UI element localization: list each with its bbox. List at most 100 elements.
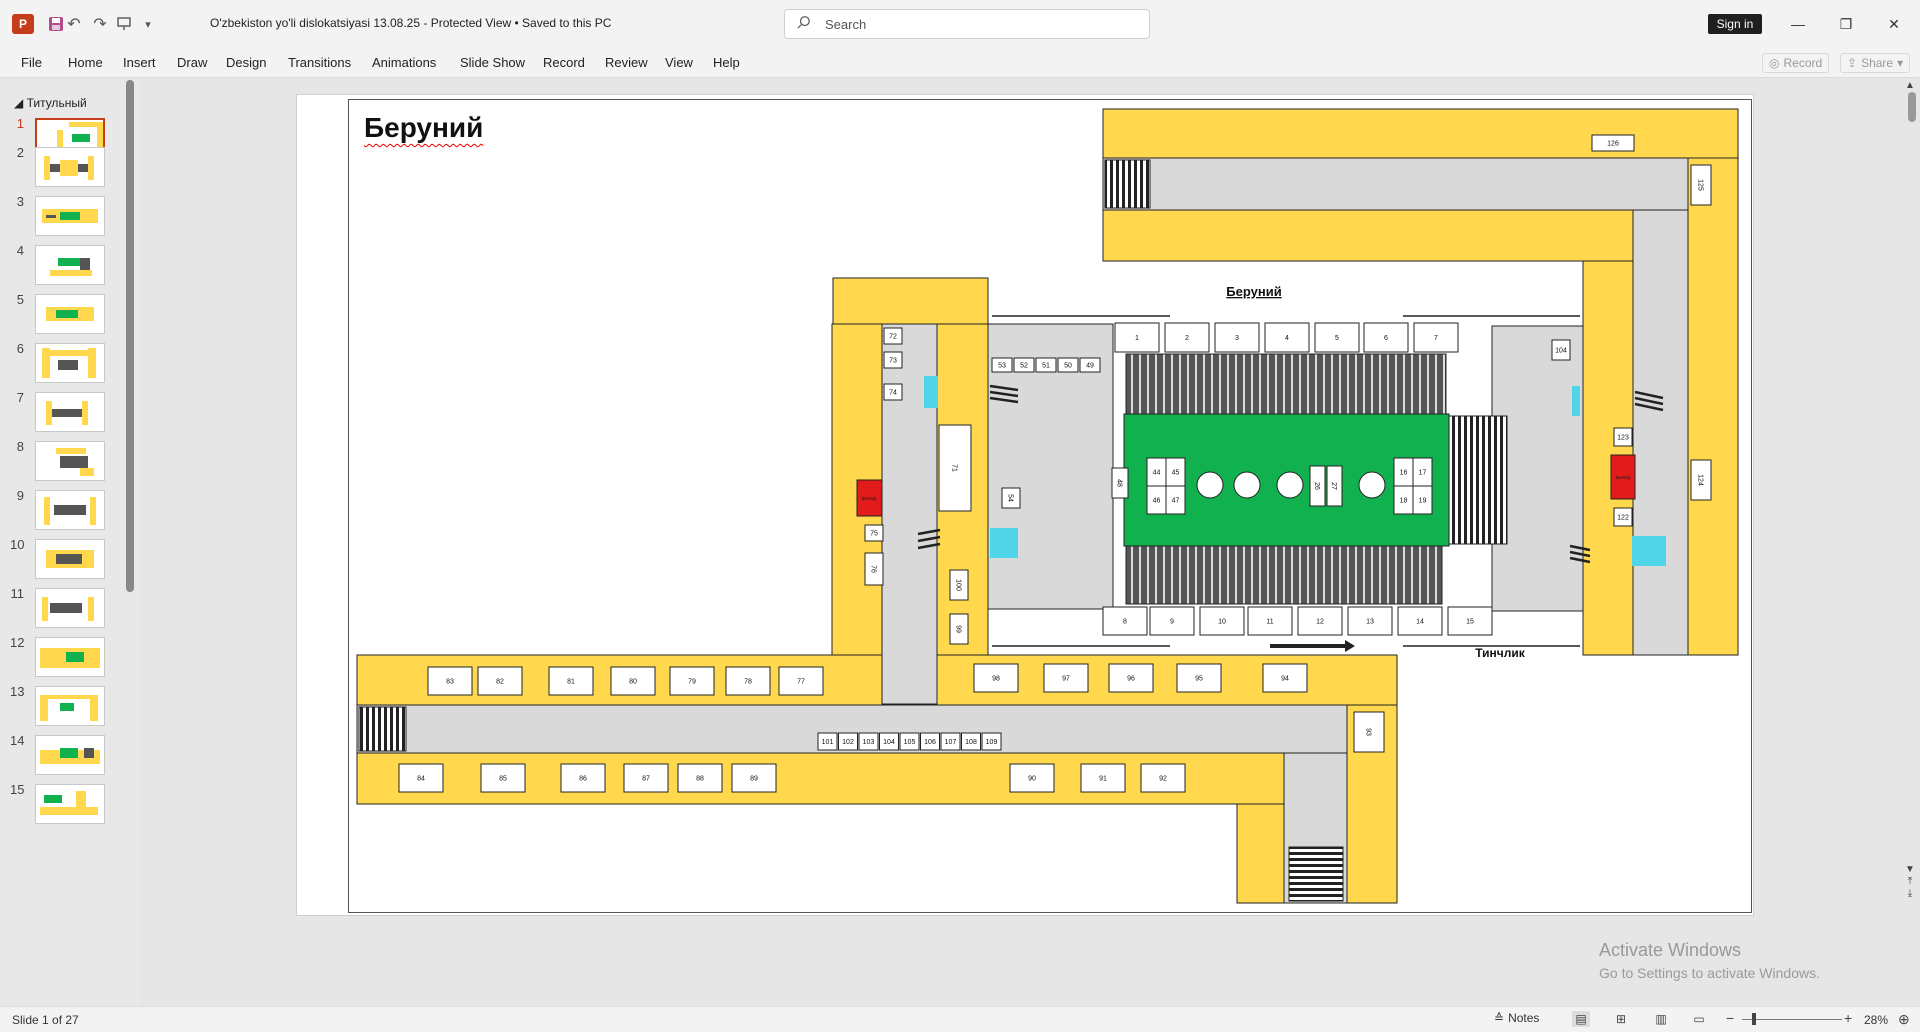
track-lower bbox=[1125, 545, 1443, 605]
fit-to-window-icon[interactable]: ⊕ bbox=[1898, 1011, 1910, 1028]
arrowhead-icon bbox=[1345, 640, 1355, 652]
shop-number: 99 bbox=[955, 625, 962, 633]
upper-corridor bbox=[1102, 157, 1689, 211]
shop-number: 2 bbox=[1185, 335, 1189, 342]
slide-scroll-tools[interactable]: ▼ ⤒ ⤓ bbox=[1903, 864, 1917, 900]
shop-number: 86 bbox=[579, 776, 587, 783]
shop-number: 92 bbox=[1159, 776, 1167, 783]
shop-number: 85 bbox=[499, 776, 507, 783]
status-bar: Slide 1 of 27 ≙ Notes ▤ ⊞ ▥ ▭ − + 28% ⊕ bbox=[0, 1006, 1920, 1032]
notes-icon: ≙ bbox=[1494, 1011, 1505, 1025]
shop-number: 126 bbox=[1607, 141, 1619, 148]
shop-number: 102 bbox=[842, 739, 854, 746]
shop-number: 17 bbox=[1419, 470, 1427, 477]
track-upper bbox=[1125, 353, 1447, 415]
shop-number: 87 bbox=[642, 776, 650, 783]
shop-number: 103 bbox=[863, 739, 875, 746]
shop-number: 77 bbox=[797, 679, 805, 686]
shop-number: 84 bbox=[417, 776, 425, 783]
shop-number: 8 bbox=[1123, 619, 1127, 626]
elevator-marker bbox=[990, 528, 1018, 558]
lower-exit-block bbox=[1236, 803, 1285, 904]
shop-number: 125 bbox=[1697, 179, 1704, 191]
notes-button[interactable]: ≙ Notes bbox=[1494, 1011, 1539, 1025]
shop-number: 105 bbox=[904, 739, 916, 746]
shop-number: 96 bbox=[1127, 676, 1135, 683]
upper-right-block bbox=[1102, 108, 1739, 159]
shop-number: 73 bbox=[889, 358, 897, 365]
shop-number: 3 bbox=[1235, 335, 1239, 342]
shop-number: 107 bbox=[945, 739, 957, 746]
shop-number: 11 bbox=[1266, 619, 1273, 626]
station-floor-plan[interactable]: выход выход Беруний Тинчлик 1 2 3 4 5 6 78 9 10 1… bbox=[0, 0, 1920, 1032]
elevator-marker bbox=[1572, 386, 1580, 416]
zoom-slider[interactable] bbox=[1742, 1019, 1842, 1020]
shop-number: 98 bbox=[992, 676, 1000, 683]
shop-number: 44 bbox=[1153, 470, 1161, 477]
activate-windows-watermark: Activate Windows Go to Settings to activ… bbox=[1599, 940, 1820, 981]
zoom-slider-handle[interactable] bbox=[1752, 1013, 1756, 1025]
elevator-marker bbox=[924, 376, 938, 408]
shop-number: 51 bbox=[1042, 363, 1050, 370]
shop-number: 12 bbox=[1316, 619, 1324, 626]
exit-label: выход bbox=[862, 496, 876, 502]
shop-number: 76 bbox=[870, 565, 877, 573]
slide-scrollbar-thumb[interactable] bbox=[1908, 92, 1916, 122]
shop-number: 109 bbox=[986, 739, 998, 746]
left-top-block bbox=[832, 277, 989, 325]
shop-number: 94 bbox=[1281, 676, 1289, 683]
right-vertical-outer bbox=[1687, 157, 1739, 656]
slideshow-view-icon[interactable]: ▭ bbox=[1690, 1011, 1708, 1027]
shop-number: 90 bbox=[1028, 776, 1036, 783]
shop-number: 100 bbox=[955, 579, 962, 591]
zoom-out-icon[interactable]: − bbox=[1726, 1010, 1734, 1026]
shop-number: 95 bbox=[1195, 676, 1203, 683]
shop-number: 124 bbox=[1697, 474, 1704, 486]
reading-view-icon[interactable]: ▥ bbox=[1652, 1011, 1670, 1027]
platform-pillar bbox=[1233, 471, 1261, 499]
shop-number: 123 bbox=[1617, 435, 1629, 442]
shop-number: 82 bbox=[496, 679, 504, 686]
shop-number: 89 bbox=[750, 776, 758, 783]
shop-number: 19 bbox=[1419, 498, 1427, 505]
shop-number: 80 bbox=[629, 679, 637, 686]
zoom-level[interactable]: 28% bbox=[1864, 1013, 1888, 1027]
shop-number: 104 bbox=[883, 739, 895, 746]
scroll-up-icon[interactable]: ▲ bbox=[1905, 80, 1915, 91]
shop-number: 26 bbox=[1313, 482, 1320, 490]
shop-number: 4 bbox=[1285, 335, 1289, 342]
upper-right-lower-block bbox=[1102, 209, 1634, 262]
upper-right-stairs bbox=[1104, 159, 1151, 209]
shop-number: 48 bbox=[1116, 479, 1123, 487]
shop-number: 47 bbox=[1172, 498, 1180, 505]
slide-counter: Slide 1 of 27 bbox=[12, 1013, 79, 1027]
shop-number: 54 bbox=[1007, 494, 1014, 502]
street-label: Тинчлик bbox=[1475, 646, 1525, 660]
shop-number: 91 bbox=[1099, 776, 1107, 783]
slide-sorter-icon[interactable]: ⊞ bbox=[1612, 1011, 1630, 1027]
shop-number: 52 bbox=[1020, 363, 1028, 370]
shop-number: 6 bbox=[1384, 335, 1388, 342]
shop-number: 83 bbox=[446, 679, 454, 686]
shop-number: 9 bbox=[1170, 619, 1174, 626]
shop-number: 14 bbox=[1416, 619, 1424, 626]
normal-view-icon[interactable]: ▤ bbox=[1572, 1011, 1590, 1027]
shop-number: 18 bbox=[1400, 498, 1408, 505]
shop-number: 97 bbox=[1062, 676, 1070, 683]
shop-number: 49 bbox=[1086, 363, 1094, 370]
zoom-in-icon[interactable]: + bbox=[1844, 1010, 1852, 1026]
shop-number: 74 bbox=[889, 390, 897, 397]
shop-number: 108 bbox=[965, 739, 977, 746]
shop-number: 5 bbox=[1335, 335, 1339, 342]
exit-label: выход bbox=[1616, 475, 1630, 481]
shop-number: 50 bbox=[1064, 363, 1072, 370]
notes-label: Notes bbox=[1508, 1011, 1540, 1025]
shop-number: 13 bbox=[1366, 619, 1374, 626]
activate-windows-subtitle: Go to Settings to activate Windows. bbox=[1599, 965, 1820, 981]
shop-number: 88 bbox=[696, 776, 704, 783]
shop-number: 72 bbox=[889, 334, 897, 341]
shop-number: 106 bbox=[924, 739, 936, 746]
shop-number: 46 bbox=[1153, 498, 1161, 505]
lower-left-stairs bbox=[358, 706, 407, 752]
shop-number: 1 bbox=[1135, 335, 1139, 342]
